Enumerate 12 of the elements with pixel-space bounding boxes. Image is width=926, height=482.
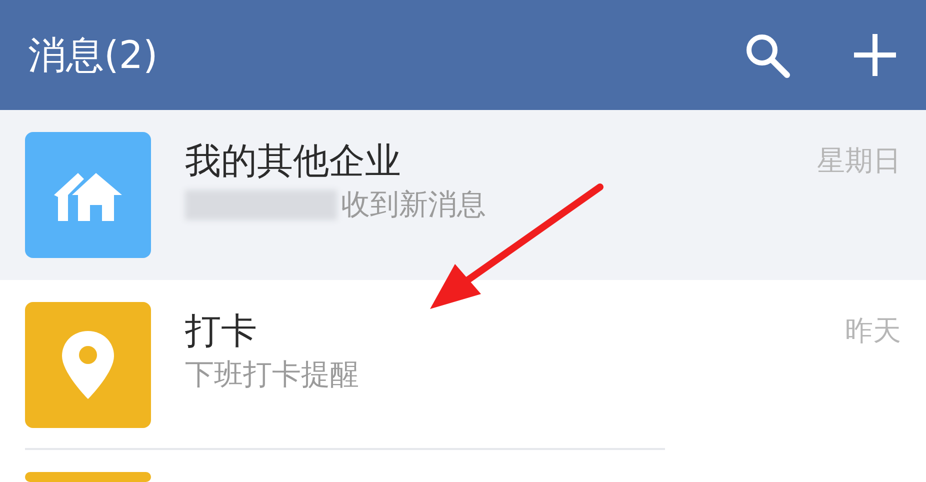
message-time: 昨天	[845, 313, 901, 349]
conversation-row[interactable]: 我的其他企业 收到新消息 星期日	[0, 110, 926, 280]
search-icon[interactable]	[744, 32, 790, 78]
location-pin-icon	[60, 329, 116, 401]
header-title: 消息(2)	[28, 32, 158, 78]
message-time: 星期日	[817, 143, 901, 179]
conversation-row[interactable]: 打卡 下班打卡提醒 昨天	[0, 280, 926, 450]
message-preview: 下班打卡提醒	[185, 357, 359, 392]
message-preview: 收到新消息	[341, 187, 486, 222]
add-icon[interactable]	[852, 32, 898, 78]
conversation-title: 我的其他企业	[185, 140, 402, 184]
conversation-title: 打卡	[185, 310, 258, 354]
